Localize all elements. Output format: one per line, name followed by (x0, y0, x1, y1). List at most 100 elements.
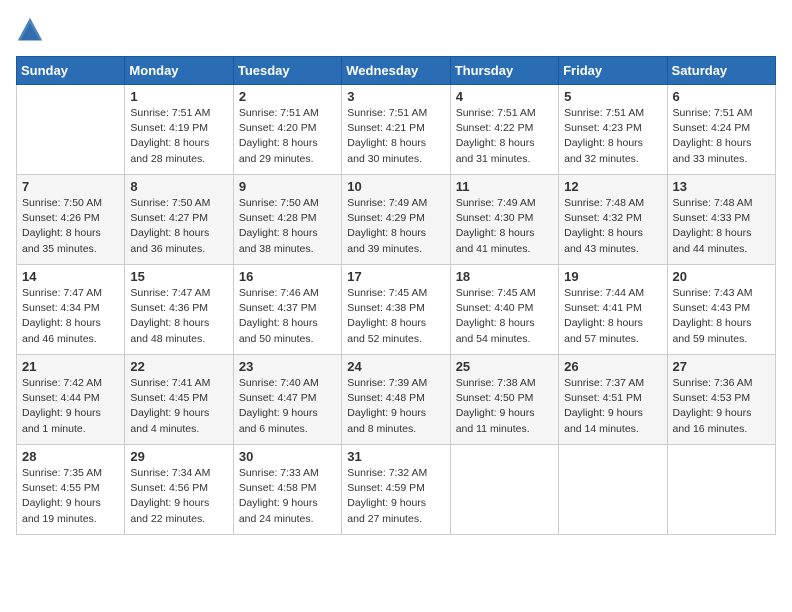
calendar-cell: 19 Sunrise: 7:44 AM Sunset: 4:41 PM Dayl… (559, 265, 667, 355)
sunset-text: Sunset: 4:59 PM (347, 482, 425, 494)
daylight-text: Daylight: 8 hours and 52 minutes. (347, 317, 426, 344)
day-info: Sunrise: 7:45 AM Sunset: 4:40 PM Dayligh… (456, 286, 553, 347)
calendar-week-row: 7 Sunrise: 7:50 AM Sunset: 4:26 PM Dayli… (17, 175, 776, 265)
day-info: Sunrise: 7:40 AM Sunset: 4:47 PM Dayligh… (239, 376, 336, 437)
sunrise-text: Sunrise: 7:38 AM (456, 377, 536, 389)
sunset-text: Sunset: 4:51 PM (564, 392, 642, 404)
day-number: 12 (564, 179, 661, 194)
sunset-text: Sunset: 4:29 PM (347, 212, 425, 224)
sunrise-text: Sunrise: 7:46 AM (239, 287, 319, 299)
sunset-text: Sunset: 4:47 PM (239, 392, 317, 404)
sunset-text: Sunset: 4:22 PM (456, 122, 534, 134)
day-info: Sunrise: 7:35 AM Sunset: 4:55 PM Dayligh… (22, 466, 119, 527)
calendar-week-row: 28 Sunrise: 7:35 AM Sunset: 4:55 PM Dayl… (17, 445, 776, 535)
calendar-table: SundayMondayTuesdayWednesdayThursdayFrid… (16, 56, 776, 535)
logo (16, 16, 48, 44)
sunrise-text: Sunrise: 7:47 AM (22, 287, 102, 299)
day-info: Sunrise: 7:51 AM Sunset: 4:21 PM Dayligh… (347, 106, 444, 167)
daylight-text: Daylight: 8 hours and 39 minutes. (347, 227, 426, 254)
sunrise-text: Sunrise: 7:35 AM (22, 467, 102, 479)
day-number: 9 (239, 179, 336, 194)
sunrise-text: Sunrise: 7:48 AM (564, 197, 644, 209)
calendar-cell: 5 Sunrise: 7:51 AM Sunset: 4:23 PM Dayli… (559, 85, 667, 175)
sunrise-text: Sunrise: 7:47 AM (130, 287, 210, 299)
calendar-cell: 14 Sunrise: 7:47 AM Sunset: 4:34 PM Dayl… (17, 265, 125, 355)
calendar-cell: 24 Sunrise: 7:39 AM Sunset: 4:48 PM Dayl… (342, 355, 450, 445)
day-number: 4 (456, 89, 553, 104)
daylight-text: Daylight: 8 hours and 33 minutes. (673, 137, 752, 164)
day-info: Sunrise: 7:48 AM Sunset: 4:33 PM Dayligh… (673, 196, 770, 257)
weekday-header-saturday: Saturday (667, 57, 775, 85)
daylight-text: Daylight: 8 hours and 46 minutes. (22, 317, 101, 344)
sunrise-text: Sunrise: 7:50 AM (239, 197, 319, 209)
calendar-cell: 18 Sunrise: 7:45 AM Sunset: 4:40 PM Dayl… (450, 265, 558, 355)
sunrise-text: Sunrise: 7:48 AM (673, 197, 753, 209)
day-info: Sunrise: 7:39 AM Sunset: 4:48 PM Dayligh… (347, 376, 444, 437)
sunset-text: Sunset: 4:58 PM (239, 482, 317, 494)
calendar-cell: 9 Sunrise: 7:50 AM Sunset: 4:28 PM Dayli… (233, 175, 341, 265)
sunrise-text: Sunrise: 7:51 AM (239, 107, 319, 119)
weekday-header-row: SundayMondayTuesdayWednesdayThursdayFrid… (17, 57, 776, 85)
daylight-text: Daylight: 8 hours and 59 minutes. (673, 317, 752, 344)
daylight-text: Daylight: 8 hours and 41 minutes. (456, 227, 535, 254)
day-number: 26 (564, 359, 661, 374)
calendar-cell: 4 Sunrise: 7:51 AM Sunset: 4:22 PM Dayli… (450, 85, 558, 175)
day-info: Sunrise: 7:43 AM Sunset: 4:43 PM Dayligh… (673, 286, 770, 347)
day-info: Sunrise: 7:50 AM Sunset: 4:27 PM Dayligh… (130, 196, 227, 257)
day-info: Sunrise: 7:51 AM Sunset: 4:22 PM Dayligh… (456, 106, 553, 167)
calendar-cell: 23 Sunrise: 7:40 AM Sunset: 4:47 PM Dayl… (233, 355, 341, 445)
daylight-text: Daylight: 8 hours and 43 minutes. (564, 227, 643, 254)
calendar-cell: 3 Sunrise: 7:51 AM Sunset: 4:21 PM Dayli… (342, 85, 450, 175)
sunrise-text: Sunrise: 7:32 AM (347, 467, 427, 479)
daylight-text: Daylight: 9 hours and 24 minutes. (239, 497, 318, 524)
day-number: 20 (673, 269, 770, 284)
sunset-text: Sunset: 4:56 PM (130, 482, 208, 494)
calendar-cell: 10 Sunrise: 7:49 AM Sunset: 4:29 PM Dayl… (342, 175, 450, 265)
sunset-text: Sunset: 4:30 PM (456, 212, 534, 224)
calendar-cell (667, 445, 775, 535)
day-number: 22 (130, 359, 227, 374)
day-number: 1 (130, 89, 227, 104)
sunset-text: Sunset: 4:23 PM (564, 122, 642, 134)
sunrise-text: Sunrise: 7:51 AM (456, 107, 536, 119)
day-number: 31 (347, 449, 444, 464)
day-number: 23 (239, 359, 336, 374)
daylight-text: Daylight: 8 hours and 35 minutes. (22, 227, 101, 254)
sunset-text: Sunset: 4:19 PM (130, 122, 208, 134)
sunset-text: Sunset: 4:48 PM (347, 392, 425, 404)
day-number: 27 (673, 359, 770, 374)
calendar-cell: 11 Sunrise: 7:49 AM Sunset: 4:30 PM Dayl… (450, 175, 558, 265)
sunset-text: Sunset: 4:34 PM (22, 302, 100, 314)
sunrise-text: Sunrise: 7:42 AM (22, 377, 102, 389)
daylight-text: Daylight: 9 hours and 8 minutes. (347, 407, 426, 434)
calendar-cell (450, 445, 558, 535)
sunrise-text: Sunrise: 7:39 AM (347, 377, 427, 389)
logo-icon (16, 16, 44, 44)
calendar-cell: 12 Sunrise: 7:48 AM Sunset: 4:32 PM Dayl… (559, 175, 667, 265)
calendar-cell: 17 Sunrise: 7:45 AM Sunset: 4:38 PM Dayl… (342, 265, 450, 355)
sunset-text: Sunset: 4:28 PM (239, 212, 317, 224)
sunset-text: Sunset: 4:55 PM (22, 482, 100, 494)
day-info: Sunrise: 7:49 AM Sunset: 4:29 PM Dayligh… (347, 196, 444, 257)
weekday-header-friday: Friday (559, 57, 667, 85)
day-info: Sunrise: 7:44 AM Sunset: 4:41 PM Dayligh… (564, 286, 661, 347)
sunset-text: Sunset: 4:26 PM (22, 212, 100, 224)
sunset-text: Sunset: 4:53 PM (673, 392, 751, 404)
daylight-text: Daylight: 8 hours and 50 minutes. (239, 317, 318, 344)
day-info: Sunrise: 7:38 AM Sunset: 4:50 PM Dayligh… (456, 376, 553, 437)
day-info: Sunrise: 7:36 AM Sunset: 4:53 PM Dayligh… (673, 376, 770, 437)
sunrise-text: Sunrise: 7:43 AM (673, 287, 753, 299)
calendar-cell: 27 Sunrise: 7:36 AM Sunset: 4:53 PM Dayl… (667, 355, 775, 445)
day-info: Sunrise: 7:37 AM Sunset: 4:51 PM Dayligh… (564, 376, 661, 437)
day-info: Sunrise: 7:46 AM Sunset: 4:37 PM Dayligh… (239, 286, 336, 347)
sunrise-text: Sunrise: 7:40 AM (239, 377, 319, 389)
daylight-text: Daylight: 8 hours and 57 minutes. (564, 317, 643, 344)
day-number: 21 (22, 359, 119, 374)
sunrise-text: Sunrise: 7:51 AM (673, 107, 753, 119)
sunset-text: Sunset: 4:50 PM (456, 392, 534, 404)
daylight-text: Daylight: 9 hours and 27 minutes. (347, 497, 426, 524)
day-number: 15 (130, 269, 227, 284)
calendar-cell: 8 Sunrise: 7:50 AM Sunset: 4:27 PM Dayli… (125, 175, 233, 265)
day-info: Sunrise: 7:49 AM Sunset: 4:30 PM Dayligh… (456, 196, 553, 257)
calendar-cell: 30 Sunrise: 7:33 AM Sunset: 4:58 PM Dayl… (233, 445, 341, 535)
